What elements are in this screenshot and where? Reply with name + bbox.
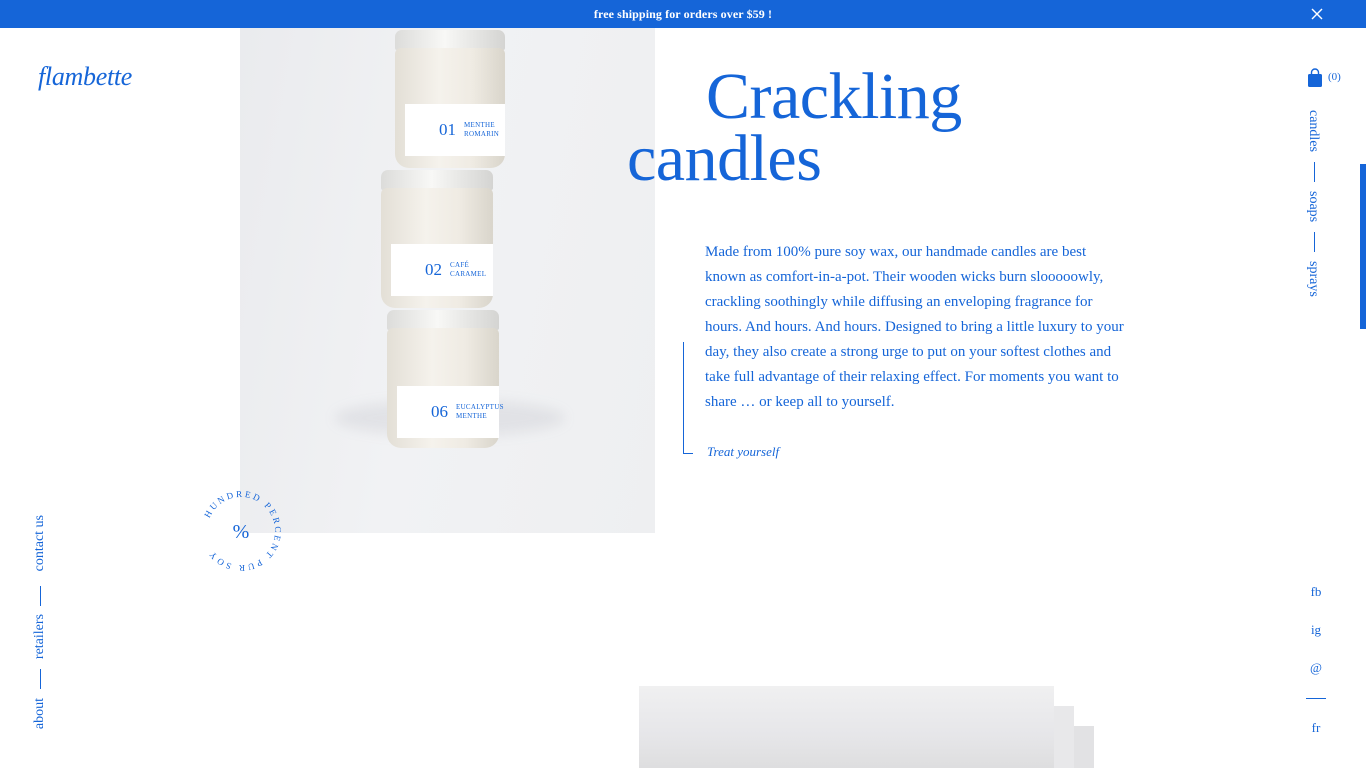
candle-jar: 01 MENTHE ROMARIN bbox=[395, 30, 505, 168]
secondary-image-layer bbox=[1074, 726, 1094, 768]
jar-number: 02 bbox=[425, 260, 442, 279]
language-divider bbox=[1306, 698, 1326, 699]
language-switch[interactable]: fr bbox=[1306, 720, 1326, 736]
nav-divider bbox=[40, 586, 41, 606]
email-link[interactable]: @ bbox=[1306, 660, 1326, 676]
jar-number: 01 bbox=[439, 120, 456, 139]
treat-yourself-link[interactable]: Treat yourself bbox=[707, 444, 779, 460]
nav-about[interactable]: about bbox=[32, 698, 48, 729]
description-divider-tick bbox=[683, 453, 693, 454]
jar-label: 01 MENTHE ROMARIN bbox=[405, 104, 505, 156]
cart-count[interactable]: (0) bbox=[1328, 71, 1341, 83]
announcement-text: free shipping for orders over $59 ! bbox=[593, 6, 773, 21]
nav-retailers[interactable]: retailers bbox=[32, 614, 48, 659]
jar-number: 06 bbox=[431, 402, 448, 421]
scrollbar-thumb[interactable] bbox=[1360, 164, 1366, 329]
hero-title-line2: candles bbox=[627, 122, 822, 195]
nav-soaps[interactable]: soaps bbox=[1305, 191, 1321, 222]
shopping-bag-icon[interactable] bbox=[1307, 68, 1323, 88]
jar-name: MENTHE ROMARIN bbox=[464, 121, 500, 138]
announcement-bar: free shipping for orders over $59 ! bbox=[0, 0, 1366, 28]
candle-jar: 06 EUCALYPTUS MENTHE bbox=[387, 310, 504, 448]
jar-label: 02 CAFÉ CARAMEL bbox=[391, 244, 493, 296]
secondary-image-layer bbox=[1054, 706, 1074, 768]
facebook-link[interactable]: fb bbox=[1306, 584, 1326, 600]
soy-badge-icon: HUNDRED PERCENT PUR SOY % bbox=[202, 489, 281, 573]
instagram-link[interactable]: ig bbox=[1306, 622, 1326, 638]
close-icon[interactable] bbox=[1310, 7, 1324, 21]
hero-image: 01 MENTHE ROMARIN 02 CAFÉ CARAMEL 06 EUCAL… bbox=[240, 28, 655, 533]
nav-divider bbox=[1314, 232, 1315, 252]
hero-description: Made from 100% pure soy wax, our handmad… bbox=[705, 244, 1124, 410]
badge-symbol: % bbox=[233, 521, 250, 543]
nav-contact-us[interactable]: contact us bbox=[32, 515, 48, 571]
brand-logo[interactable]: flambette bbox=[38, 62, 132, 92]
description-divider bbox=[683, 342, 684, 454]
nav-sprays[interactable]: sprays bbox=[1305, 261, 1321, 297]
jar-label: 06 EUCALYPTUS MENTHE bbox=[397, 386, 504, 438]
nav-divider bbox=[40, 669, 41, 689]
jar-name: CAFÉ CARAMEL bbox=[450, 261, 487, 278]
candle-jar: 02 CAFÉ CARAMEL bbox=[381, 170, 493, 308]
hero-title-line1: Crackling bbox=[706, 60, 962, 133]
secondary-image bbox=[639, 686, 1054, 768]
nav-divider bbox=[1314, 162, 1315, 182]
nav-candles[interactable]: candles bbox=[1305, 110, 1321, 152]
jar-name: EUCALYPTUS MENTHE bbox=[456, 403, 504, 420]
